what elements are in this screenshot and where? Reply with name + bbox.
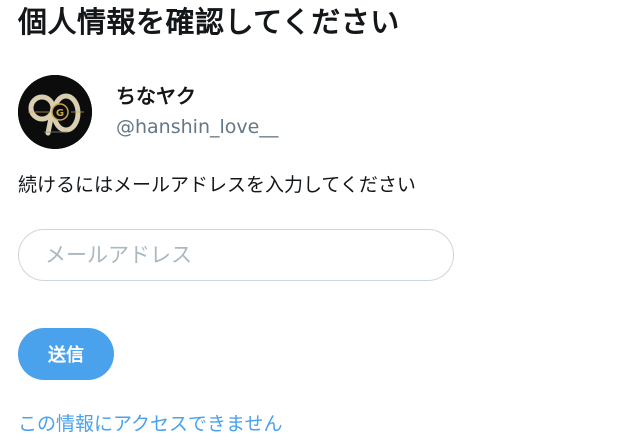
account-handle: @hanshin_love__ xyxy=(116,116,279,138)
account-display-name: ちなヤク xyxy=(116,84,196,108)
instruction-text: 続けるにはメールアドレスを入力してください xyxy=(18,174,416,196)
team-logo-avatar-icon: G xyxy=(18,75,92,149)
avatar: G xyxy=(18,75,92,149)
svg-text:G: G xyxy=(56,108,64,119)
submit-button[interactable]: 送信 xyxy=(18,328,114,380)
verify-personal-info-page: 個人情報を確認してください G ちなヤク @hanshin_love__ 続ける… xyxy=(0,0,640,441)
email-input[interactable] xyxy=(18,229,454,281)
cannot-access-info-link[interactable]: この情報にアクセスできません xyxy=(18,410,282,438)
page-title: 個人情報を確認してください xyxy=(18,5,400,39)
